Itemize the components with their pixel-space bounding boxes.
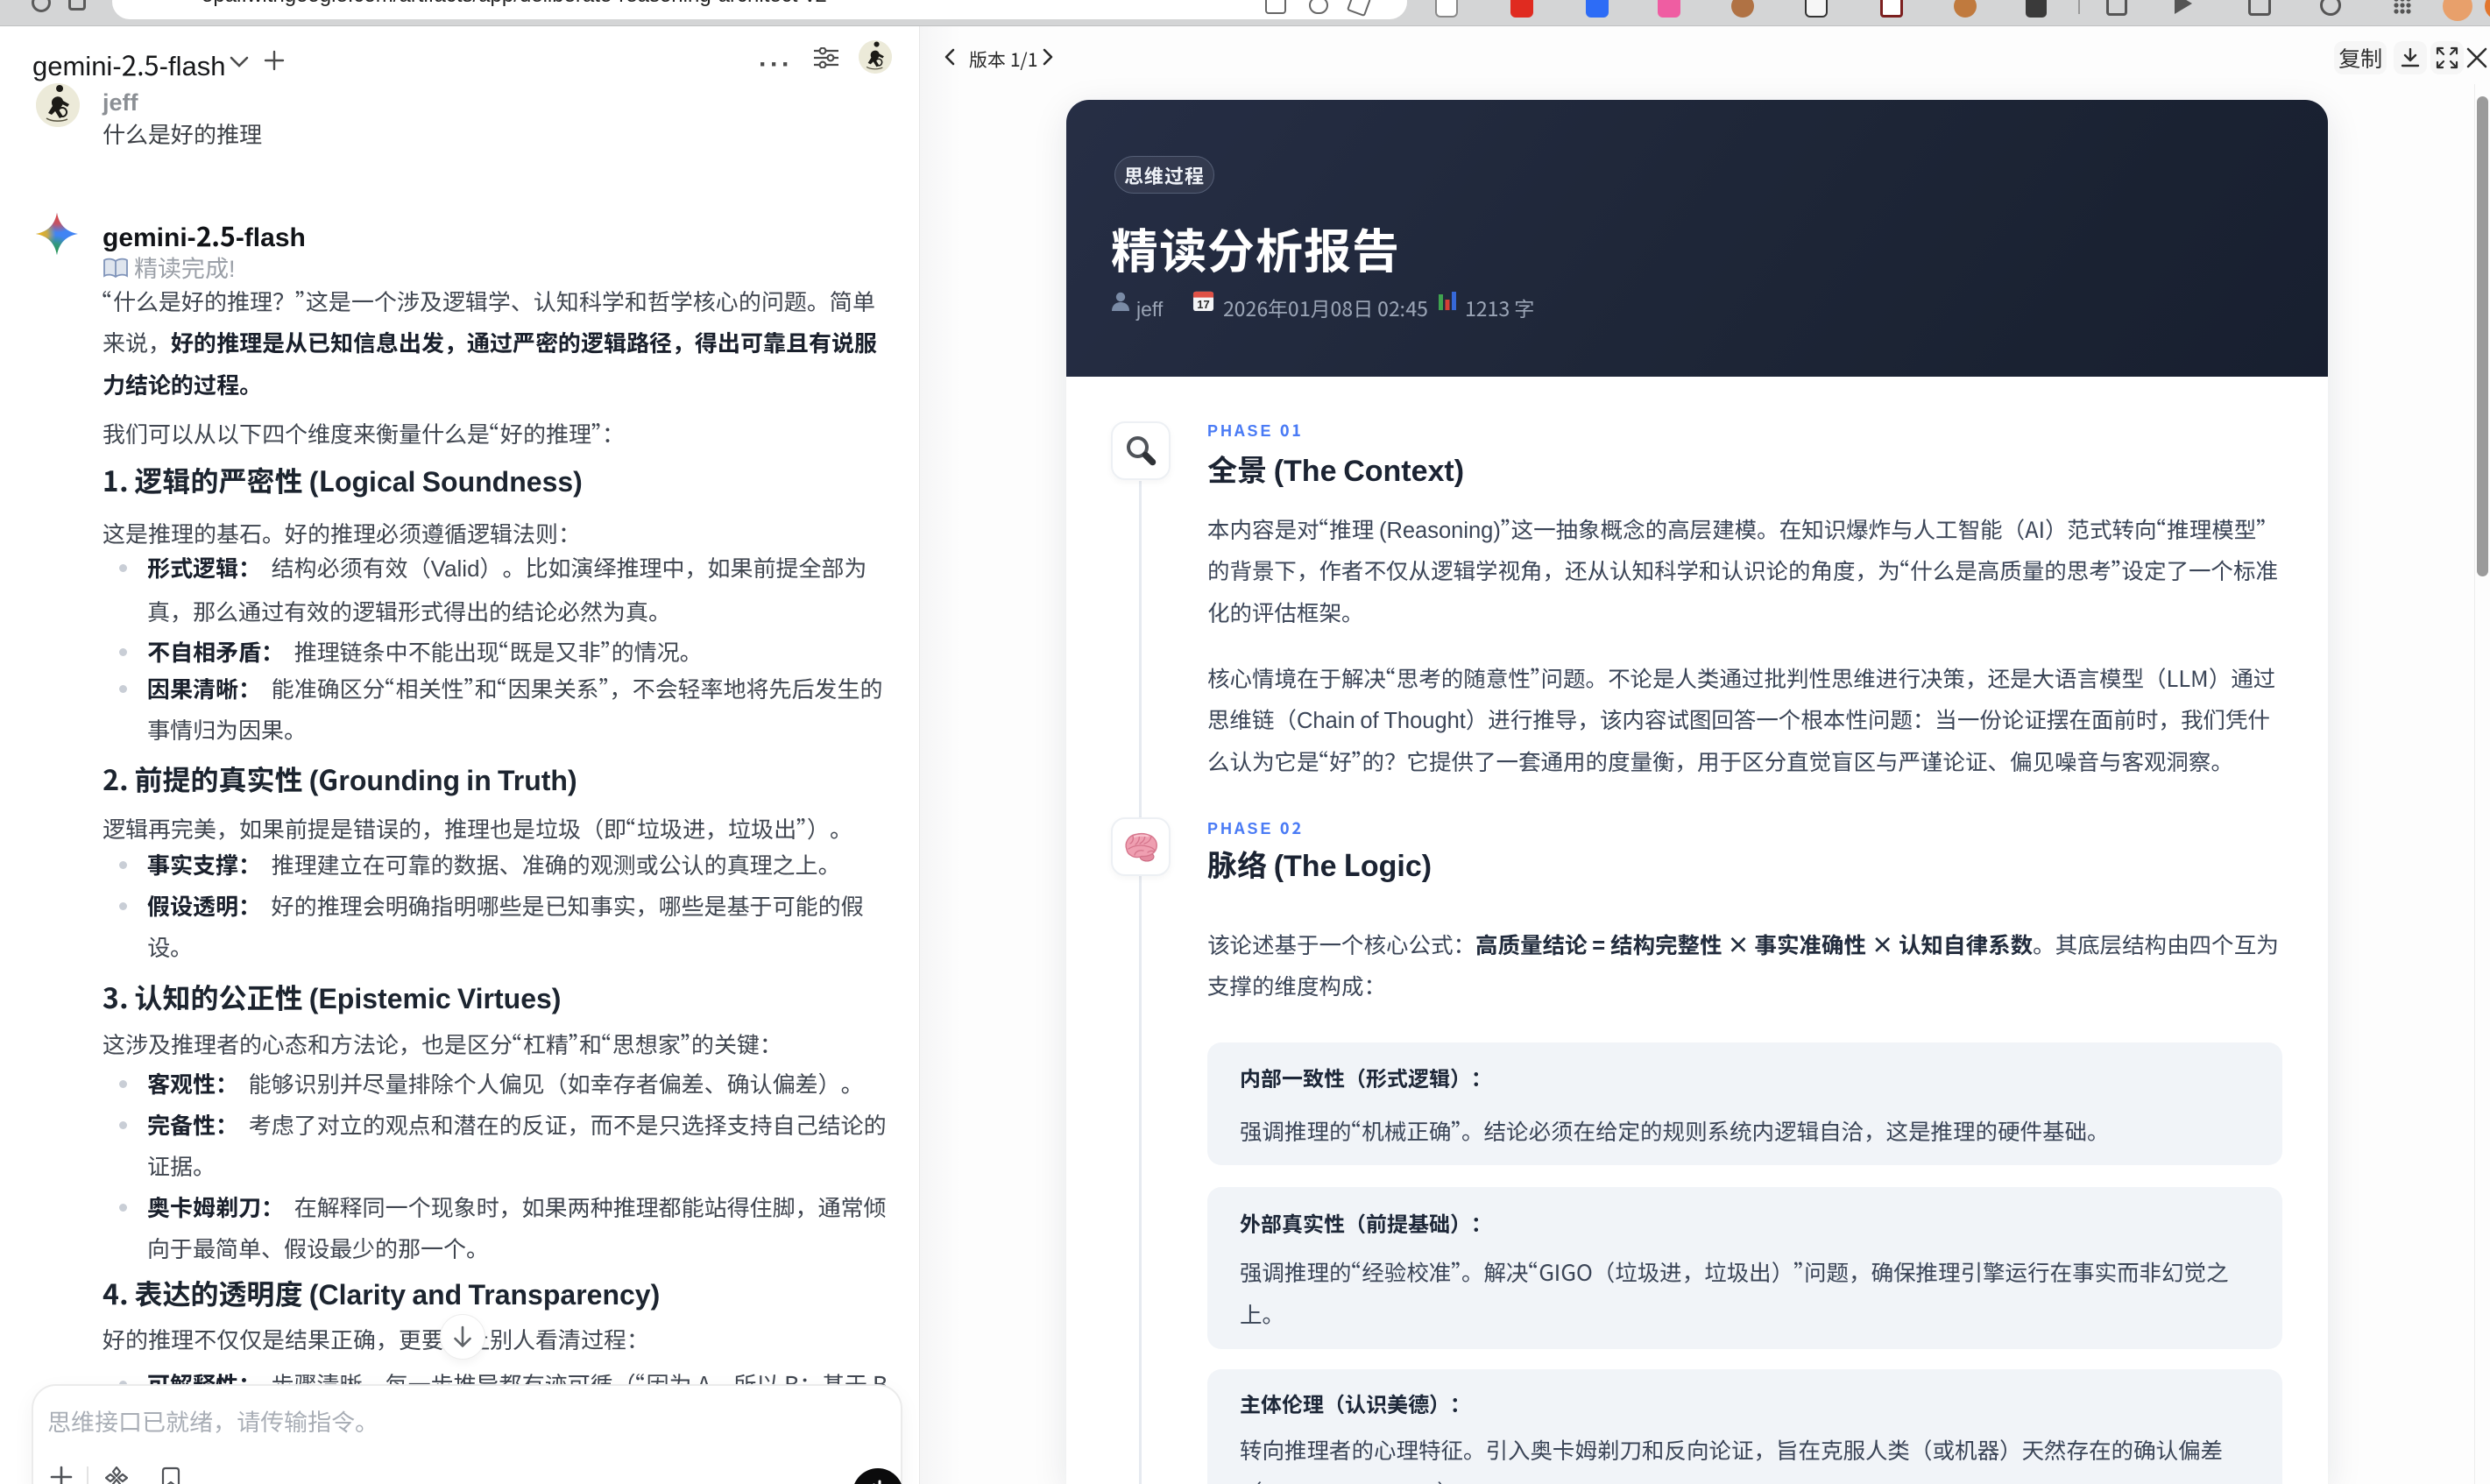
svg-text:17: 17: [1197, 298, 1209, 311]
